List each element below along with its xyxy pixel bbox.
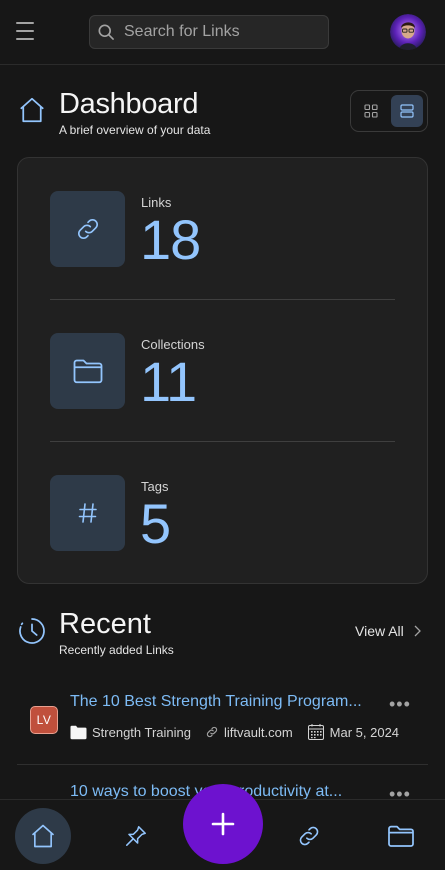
stats-card: Links 18 Collections 11 Tags 5 [17,157,428,584]
view-all-label: View All [355,623,404,639]
link-icon [206,726,218,738]
site-favicon: LV [30,706,58,734]
add-link-button[interactable] [183,784,263,864]
stat-value: 11 [140,350,197,413]
hash-icon [78,503,97,523]
collection-name: Strength Training [92,724,192,740]
stat-collections[interactable]: Collections 11 [50,333,395,413]
page-subtitle: A brief overview of your data [59,123,211,137]
link-collection[interactable]: Strength Training [70,725,191,740]
home-icon [31,824,55,848]
search-box[interactable] [89,15,329,49]
menu-icon-line [16,30,34,32]
search-input[interactable] [124,23,314,41]
nav-collections-button[interactable] [373,808,429,864]
view-all-link[interactable]: View All [355,623,422,639]
link-title[interactable]: The 10 Best Strength Training Program... [70,693,370,711]
grid-icon [364,104,378,118]
divider [17,764,428,765]
link-date: Mar 5, 2024 [307,723,399,741]
domain-text: liftvault.com [224,724,293,740]
divider [50,299,395,300]
nav-links-button[interactable] [281,808,337,864]
folder-icon [70,725,87,739]
plus-icon [211,812,235,836]
stat-tags[interactable]: Tags 5 [50,475,395,555]
search-icon [98,24,114,40]
stat-icon-tile [50,475,125,551]
pin-icon [126,826,146,846]
list-view-button[interactable] [391,95,423,127]
link-icon [299,826,319,846]
list-item[interactable]: LV The 10 Best Strength Training Program… [17,690,428,760]
more-options-icon[interactable]: ••• [389,694,411,715]
avatar[interactable] [390,14,426,50]
top-bar [0,0,445,65]
home-icon [20,97,44,123]
stat-value: 5 [140,492,171,555]
stat-icon-tile [50,191,125,267]
divider [50,441,395,442]
section-title: Recent [59,608,151,640]
folder-icon [388,825,414,847]
section-subtitle: Recently added Links [59,643,174,657]
nav-home-button[interactable] [15,808,71,864]
chevron-right-icon [414,625,421,637]
stat-icon-tile [50,333,125,409]
grid-view-button[interactable] [355,95,387,127]
link-icon [77,219,98,239]
calendar-icon [307,724,324,740]
clock-icon [19,618,45,644]
date-text: Mar 5, 2024 [329,724,400,740]
folder-icon [73,359,102,384]
nav-pinned-button[interactable] [108,808,164,864]
link-domain: liftvault.com [205,725,293,740]
view-toggle [350,90,428,132]
link-meta: Strength Training liftvault.com Mar 5, 2… [70,723,413,741]
menu-button[interactable] [16,22,34,40]
menu-icon-line [16,38,34,40]
menu-icon-line [16,22,34,24]
stat-links[interactable]: Links 18 [50,191,395,271]
rows-icon [400,104,414,118]
page-title: Dashboard [59,88,199,120]
stat-value: 18 [140,208,201,271]
